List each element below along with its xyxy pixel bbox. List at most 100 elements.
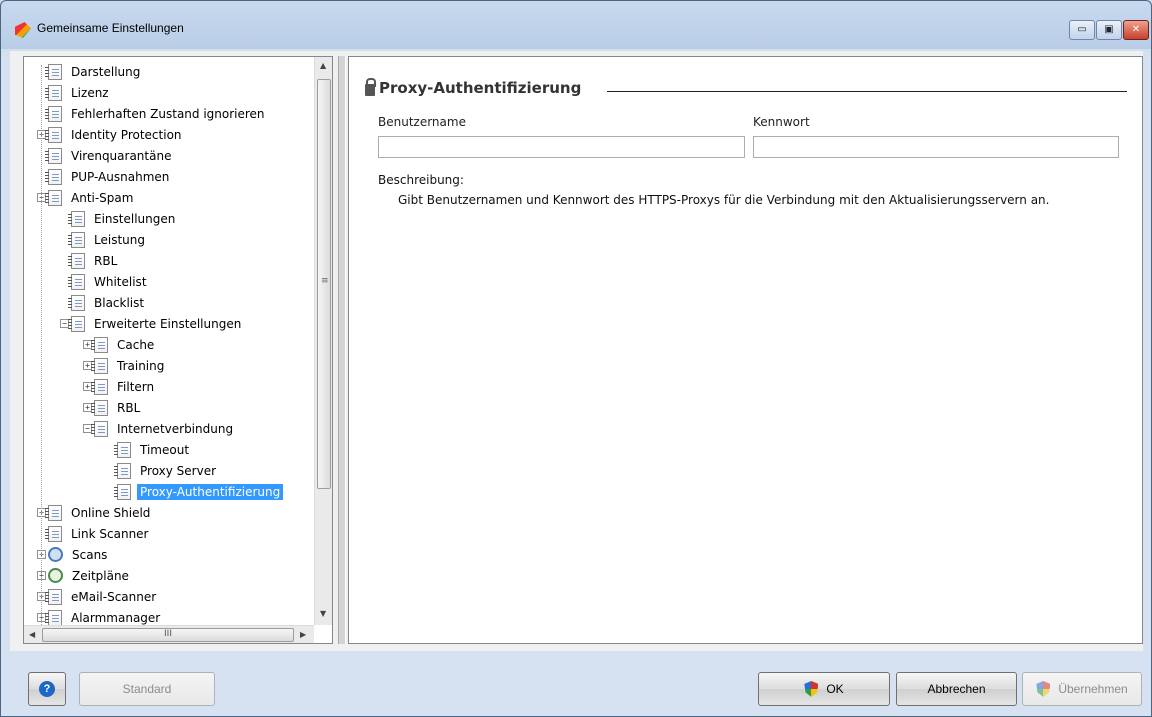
tree-horizontal-scroll-thumb[interactable]: III bbox=[42, 628, 294, 642]
tree-horizontal-scrollbar[interactable]: ◀ III ▶ bbox=[24, 625, 314, 643]
standard-button[interactable]: Standard bbox=[79, 672, 215, 706]
tree-item-label: Timeout bbox=[140, 442, 190, 457]
tree-item-darstellung[interactable]: Darstellung bbox=[37, 61, 143, 82]
tree-item-online-shield[interactable]: + Online Shield bbox=[37, 502, 153, 523]
description-text: Gibt Benutzernamen und Kennwort des HTTP… bbox=[398, 193, 1050, 207]
tree-item-label: Leistung bbox=[94, 232, 145, 247]
settings-page-icon bbox=[45, 525, 62, 542]
maximize-button[interactable]: ▣ bbox=[1096, 20, 1122, 40]
tree-item-rbl[interactable]: RBL bbox=[60, 250, 120, 271]
tree-item-lizenz[interactable]: Lizenz bbox=[37, 82, 112, 103]
panel-splitter[interactable] bbox=[338, 56, 346, 644]
cancel-button[interactable]: Abbrechen bbox=[896, 672, 1017, 706]
tree-item-label: Erweiterte Einstellungen bbox=[94, 316, 242, 331]
tree-item-pup-ausnahmen[interactable]: PUP-Ausnahmen bbox=[37, 166, 172, 187]
tree-item-whitelist[interactable]: Whitelist bbox=[60, 271, 150, 292]
settings-page-icon bbox=[45, 63, 62, 80]
shield-icon bbox=[804, 681, 819, 697]
tree-item-label: PUP-Ausnahmen bbox=[71, 169, 170, 184]
settings-page-icon bbox=[45, 189, 62, 206]
tree-item-label: RBL bbox=[94, 253, 118, 268]
settings-page-icon bbox=[68, 210, 85, 227]
tree-item-label: Anti-Spam bbox=[71, 190, 134, 205]
tree-item-scans[interactable]: + Scans bbox=[37, 544, 110, 565]
settings-page-icon bbox=[45, 84, 62, 101]
minimize-button[interactable]: ▭ bbox=[1069, 20, 1095, 40]
tree-item-label: Training bbox=[117, 358, 165, 373]
tree-item-blacklist[interactable]: Blacklist bbox=[60, 292, 147, 313]
section-title: Proxy-Authentifizierung bbox=[379, 79, 582, 97]
settings-page-icon bbox=[91, 357, 108, 374]
tree-item-rbl[interactable]: + RBL bbox=[83, 397, 143, 418]
settings-page-icon bbox=[91, 336, 108, 353]
tree-item-link-scanner[interactable]: Link Scanner bbox=[37, 523, 151, 544]
tree-item-virenquarantane[interactable]: Virenquarantäne bbox=[37, 145, 174, 166]
settings-page-icon bbox=[45, 609, 62, 625]
tree-item-proxy-server[interactable]: Proxy Server bbox=[106, 460, 219, 481]
tree-item-internetverbindung[interactable]: − Internetverbindung bbox=[83, 418, 236, 439]
username-label: Benutzername bbox=[378, 115, 466, 129]
tree-item-label: Whitelist bbox=[94, 274, 147, 289]
tree-item-label: RBL bbox=[117, 400, 141, 415]
tree-list: Darstellung Lizenz Fehlerhaften Zustand ig… bbox=[24, 57, 314, 625]
tree-item-label: Proxy-Authentifizierung bbox=[137, 483, 284, 500]
tree-item-label: Zeitpläne bbox=[72, 568, 129, 583]
tree-item-training[interactable]: + Training bbox=[83, 355, 167, 376]
dialog-button-bar: ? Standard OK Abbrechen Übernehmen bbox=[10, 654, 1143, 714]
tree-item-identity-protection[interactable]: + Identity Protection bbox=[37, 124, 185, 145]
help-icon: ? bbox=[39, 681, 55, 697]
scan-icon bbox=[48, 547, 63, 562]
settings-page-icon bbox=[91, 378, 108, 395]
tree-item-cache[interactable]: + Cache bbox=[83, 334, 157, 355]
scroll-left-arrow-icon[interactable]: ◀ bbox=[29, 630, 35, 639]
section-header: Proxy-Authentifizierung bbox=[365, 78, 582, 97]
username-input[interactable] bbox=[378, 136, 745, 158]
settings-page-icon bbox=[68, 315, 85, 332]
scroll-down-arrow-icon[interactable]: ▼ bbox=[320, 609, 326, 618]
tree-item-filtern[interactable]: + Filtern bbox=[83, 376, 157, 397]
tree-item-einstellungen[interactable]: Einstellungen bbox=[60, 208, 178, 229]
settings-page-icon bbox=[45, 126, 62, 143]
tree-item-alarmmanager[interactable]: + Alarmmanager bbox=[37, 607, 163, 625]
section-divider bbox=[607, 91, 1127, 92]
tree-item-label: Online Shield bbox=[71, 505, 151, 520]
tree-vertical-scroll-thumb[interactable]: ≡ bbox=[317, 79, 331, 489]
password-label: Kennwort bbox=[753, 115, 810, 129]
title-bar[interactable]: Gemeinsame Einstellungen ▭ ▣ ✕ bbox=[1, 1, 1151, 49]
tree-item-erweiterte-einstellungen[interactable]: − Erweiterte Einstellungen bbox=[60, 313, 244, 334]
apply-button[interactable]: Übernehmen bbox=[1022, 672, 1142, 706]
close-button[interactable]: ✕ bbox=[1123, 20, 1149, 40]
scroll-up-arrow-icon[interactable]: ▲ bbox=[320, 61, 326, 70]
tree-item-label: Identity Protection bbox=[71, 127, 182, 142]
tree-item-label: Alarmmanager bbox=[71, 610, 161, 625]
lock-icon bbox=[365, 78, 376, 96]
settings-page-icon bbox=[91, 399, 108, 416]
settings-tree: Darstellung Lizenz Fehlerhaften Zustand ig… bbox=[23, 56, 333, 644]
settings-page-icon bbox=[68, 294, 85, 311]
clock-icon bbox=[48, 568, 63, 583]
tree-item-label: Filtern bbox=[117, 379, 155, 394]
description-label: Beschreibung: bbox=[378, 173, 464, 187]
scroll-right-arrow-icon[interactable]: ▶ bbox=[300, 630, 306, 639]
tree-item-email-scanner[interactable]: + eMail-Scanner bbox=[37, 586, 159, 607]
settings-page-icon bbox=[45, 588, 62, 605]
tree-item-anti-spam[interactable]: − Anti-Spam bbox=[37, 187, 136, 208]
settings-page-icon bbox=[114, 483, 131, 500]
tree-item-proxy-authentifizierung[interactable]: Proxy-Authentifizierung bbox=[106, 481, 284, 502]
tree-item-timeout[interactable]: Timeout bbox=[106, 439, 192, 460]
settings-page-icon bbox=[68, 231, 85, 248]
window-title: Gemeinsame Einstellungen bbox=[37, 21, 184, 35]
tree-vertical-scrollbar[interactable]: ▲ ≡ ▼ bbox=[314, 57, 332, 625]
help-button[interactable]: ? bbox=[28, 672, 66, 706]
tree-item-leistung[interactable]: Leistung bbox=[60, 229, 148, 250]
settings-page-icon bbox=[114, 462, 131, 479]
ok-button[interactable]: OK bbox=[758, 672, 890, 706]
tree-item-fehlerhaften-zustand-ignorieren[interactable]: Fehlerhaften Zustand ignorieren bbox=[37, 103, 268, 124]
settings-page-icon bbox=[45, 147, 62, 164]
settings-page-icon bbox=[45, 105, 62, 122]
password-input[interactable] bbox=[753, 136, 1119, 158]
tree-item-zeitplane[interactable]: + Zeitpläne bbox=[37, 565, 132, 586]
settings-page-icon bbox=[45, 168, 62, 185]
tree-item-label: Cache bbox=[117, 337, 155, 352]
settings-page-icon bbox=[68, 252, 85, 269]
